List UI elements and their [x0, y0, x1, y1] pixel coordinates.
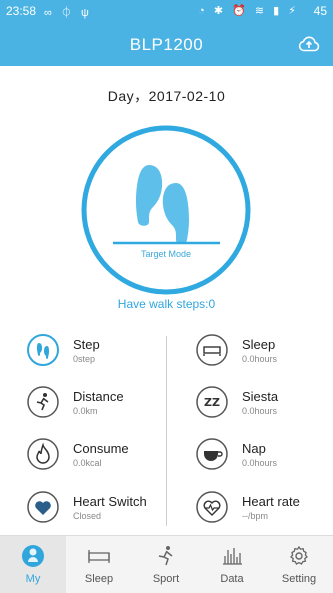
- metric-name: Step: [73, 337, 100, 352]
- tab-label: My: [25, 573, 41, 585]
- metric-value: Closed: [73, 511, 102, 521]
- device-title: BLP1200: [129, 35, 204, 54]
- person-icon: [22, 545, 44, 567]
- tab-sport[interactable]: Sport: [133, 536, 199, 593]
- tab-my[interactable]: My: [0, 536, 66, 593]
- tab-label: Sleep: [84, 573, 114, 585]
- zz-icon: ZZ: [196, 386, 228, 418]
- metric-siesta[interactable]: ZZ Siesta 0.0hours: [196, 386, 333, 430]
- tab-data[interactable]: Data: [199, 536, 265, 593]
- metric-value: 0.0hours: [242, 354, 278, 364]
- target-mode-label: Target Mode: [141, 249, 191, 259]
- status-left-icons: ∞ ⏀ ψ: [44, 7, 92, 19]
- metric-step[interactable]: Step 0step: [27, 334, 177, 378]
- bed-icon: [88, 550, 110, 563]
- bed-icon: [196, 334, 228, 366]
- metric-value: 0.0hours: [242, 406, 278, 416]
- footsteps-icon: [136, 165, 189, 244]
- metric-consume[interactable]: Consume 0.0kcal: [27, 438, 177, 482]
- status-right-icons: ◔ ✱ ⏰ ≋ ▮ ⚡: [198, 5, 299, 17]
- metric-value: 0.0hours: [242, 458, 278, 468]
- metric-distance[interactable]: Distance 0.0km: [27, 386, 177, 430]
- walk-steps-label: Have walk steps:0: [117, 297, 216, 311]
- heart-icon: [27, 491, 59, 523]
- metric-heart-switch[interactable]: Heart Switch Closed: [27, 491, 177, 535]
- status-bar: 23:58 ∞ ⏀ ψ ◔ ✱ ⏰ ≋ ▮ ⚡ 45: [0, 0, 333, 22]
- metric-sleep[interactable]: Sleep 0.0hours: [196, 334, 333, 378]
- tab-setting[interactable]: Setting: [266, 536, 332, 593]
- tab-label: Setting: [281, 573, 317, 585]
- metric-name: Consume: [73, 441, 129, 456]
- metric-name: Heart rate: [242, 494, 300, 509]
- metric-nap[interactable]: Nap 0.0hours: [196, 438, 333, 482]
- tab-label: Data: [220, 573, 244, 585]
- bar-chart-icon: [223, 548, 242, 565]
- bottom-tab-bar: My Sleep Sport Data Setting: [0, 535, 333, 593]
- cup-icon: [196, 438, 228, 470]
- gear-icon: [290, 545, 308, 565]
- metric-name: Distance: [73, 389, 124, 404]
- svg-text:ZZ: ZZ: [204, 396, 220, 409]
- metric-name: Siesta: [242, 389, 279, 404]
- status-time: 23:58: [6, 4, 37, 18]
- metric-value: --/bpm: [242, 511, 269, 521]
- cloud-upload-icon[interactable]: [297, 32, 321, 56]
- metric-value: 0.0kcal: [73, 458, 102, 468]
- metric-value: 0step: [73, 354, 96, 364]
- heart-pulse-icon: [196, 491, 228, 523]
- metric-name: Nap: [242, 441, 266, 456]
- date-label: Day，2017-02-10: [107, 88, 226, 104]
- battery-level: 45: [313, 4, 327, 18]
- metric-name: Sleep: [242, 337, 276, 352]
- tab-label: Sport: [152, 573, 180, 585]
- metric-heart-rate[interactable]: Heart rate --/bpm: [196, 491, 333, 535]
- target-ring[interactable]: Target Mode: [81, 125, 251, 295]
- footsteps-icon: [27, 334, 59, 366]
- metric-value: 0.0km: [73, 406, 98, 416]
- flame-icon: [27, 438, 59, 470]
- tab-sleep[interactable]: Sleep: [66, 536, 132, 593]
- runner-icon: [27, 386, 59, 418]
- app-header: BLP1200: [0, 22, 333, 66]
- runner-icon: [158, 546, 173, 566]
- metric-name: Heart Switch: [73, 494, 147, 509]
